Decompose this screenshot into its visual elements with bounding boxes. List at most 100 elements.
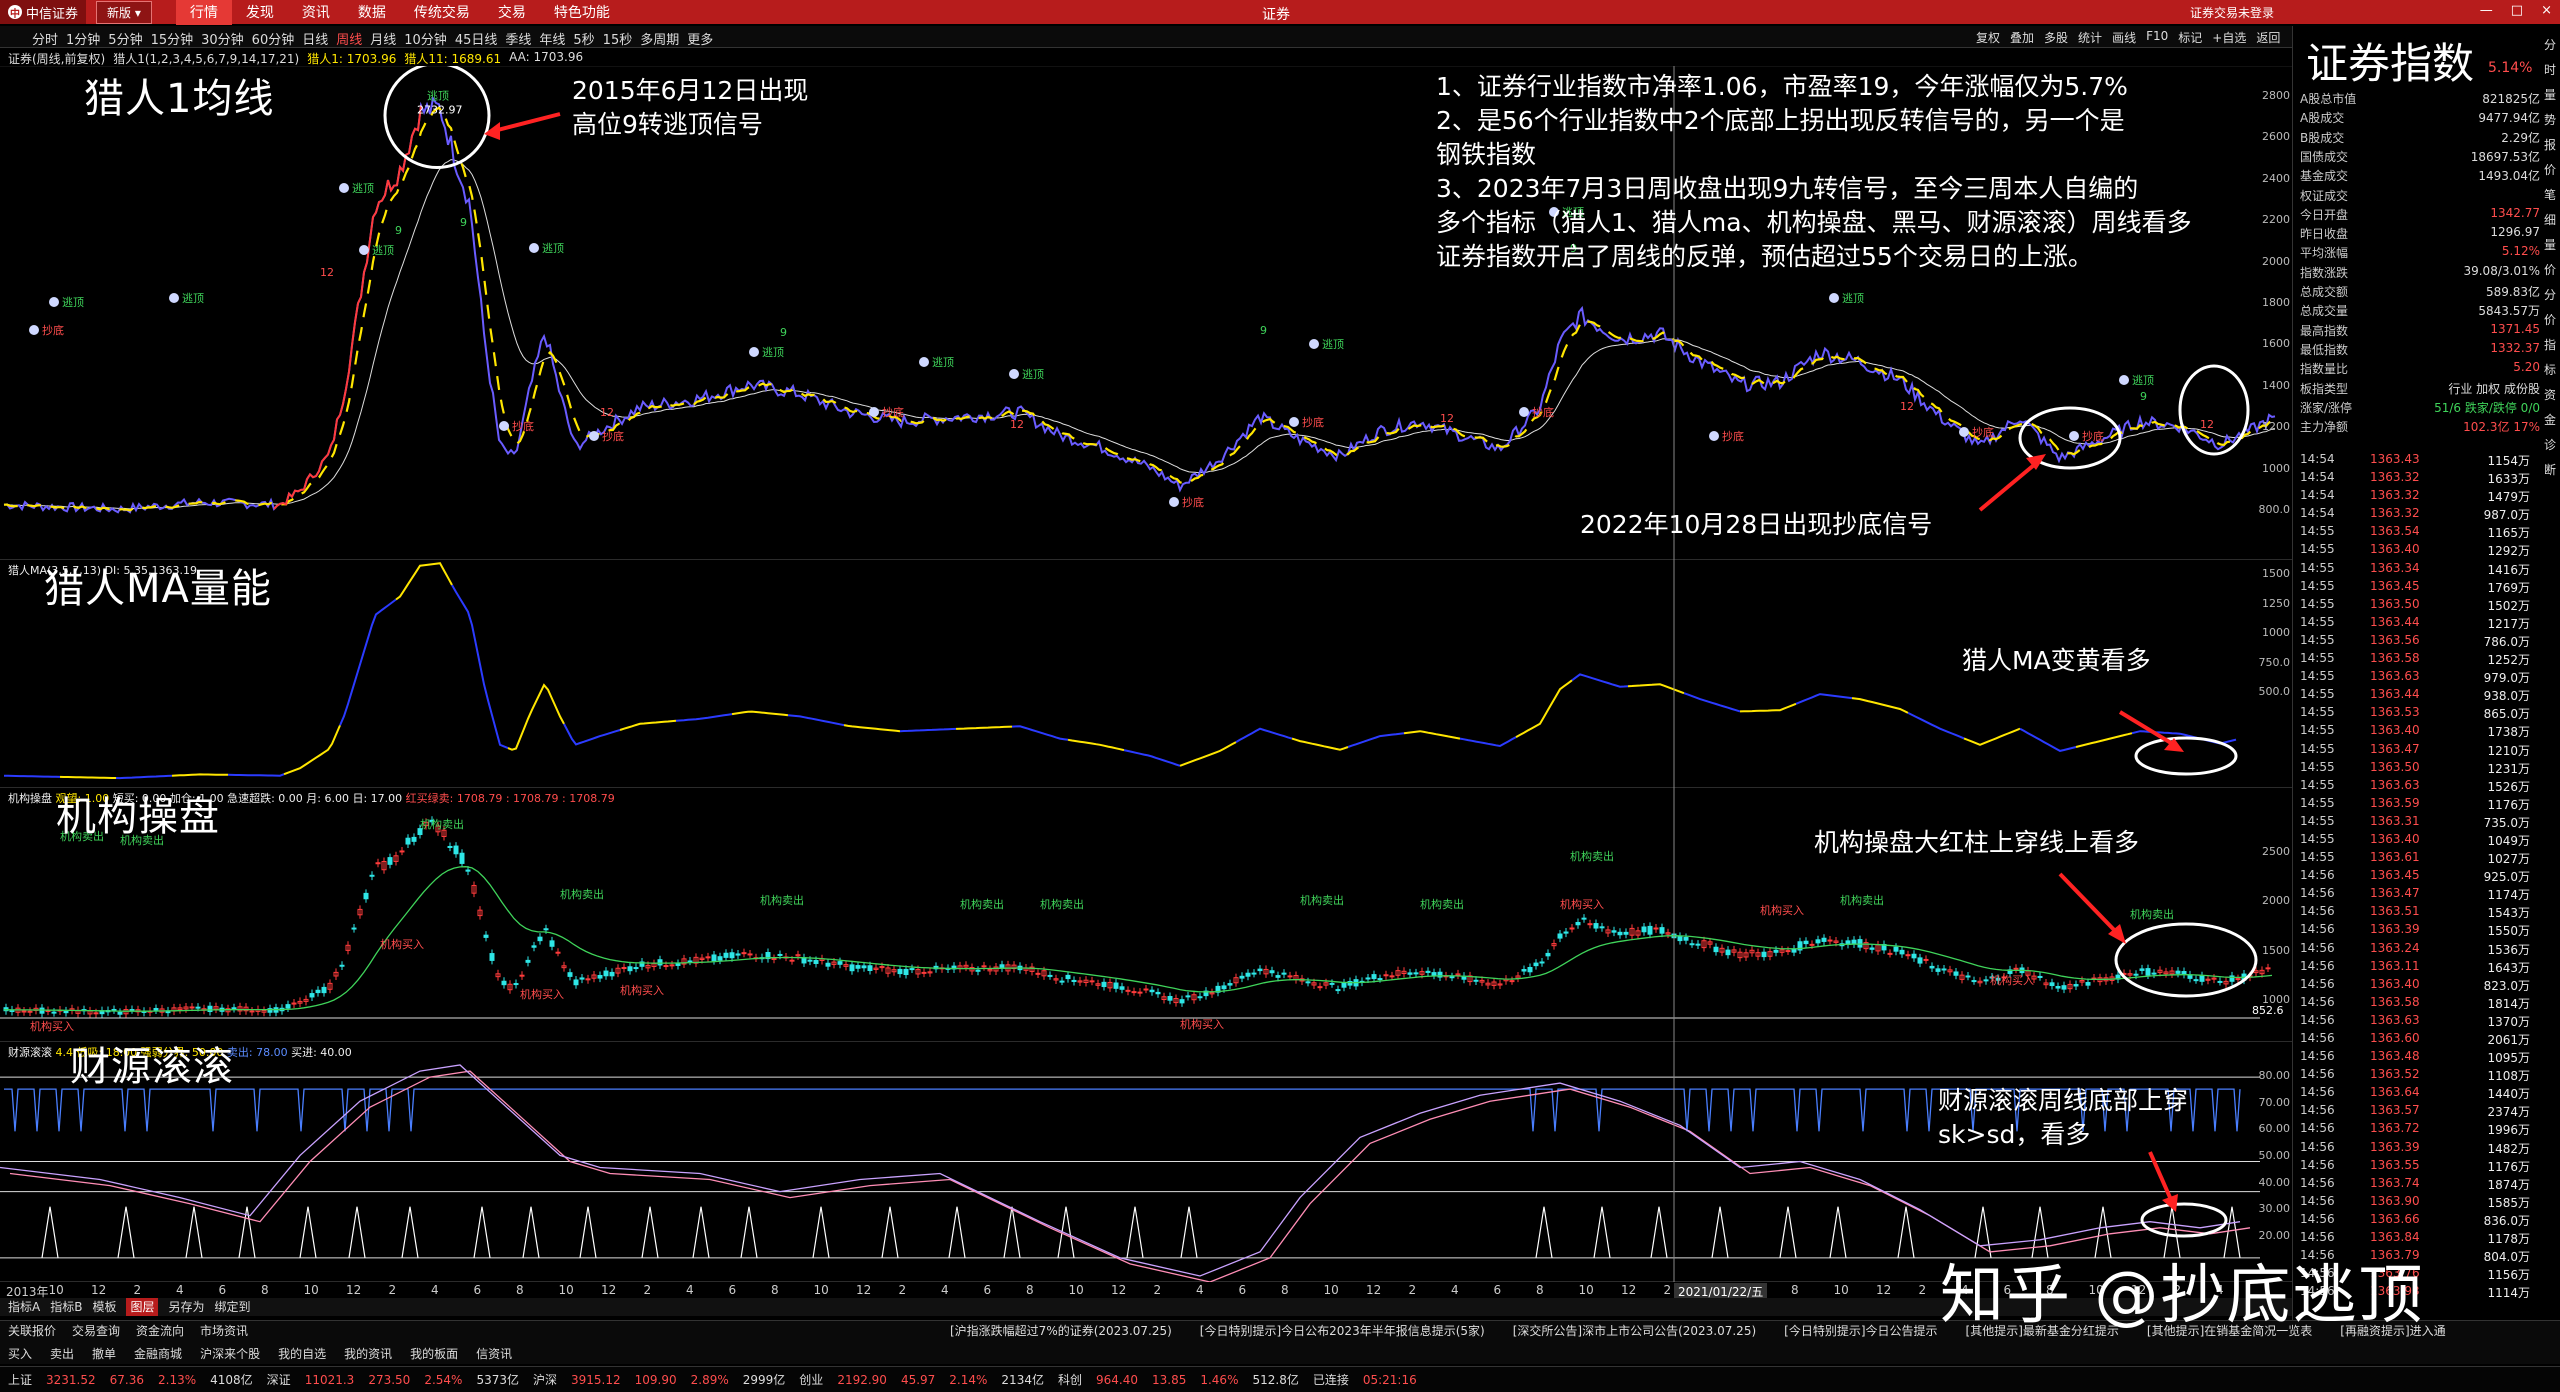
period-15[interactable]: 多周期 <box>640 29 679 48</box>
period-5[interactable]: 60分钟 <box>252 29 295 48</box>
trade-button-1[interactable]: 卖出 <box>50 1345 74 1362</box>
tool-7[interactable]: +自选 <box>2212 29 2246 46</box>
x-tick: 12 <box>1876 1283 1892 1297</box>
candle-body <box>375 862 381 865</box>
candle-body <box>1623 931 1629 935</box>
right-tab-8[interactable]: 量 <box>2544 236 2560 253</box>
maximize-icon[interactable]: □ <box>2511 3 2523 18</box>
trade-button-0[interactable]: 买入 <box>8 1345 32 1362</box>
right-tab-16[interactable]: 诊 <box>2544 436 2560 453</box>
menu-item-3[interactable]: 数据 <box>344 0 400 25</box>
menu-item-1[interactable]: 发现 <box>232 0 288 25</box>
minimize-icon[interactable]: — <box>2480 3 2493 18</box>
trade-button-6[interactable]: 我的资讯 <box>344 1345 392 1362</box>
right-tab-0[interactable]: 分 <box>2544 36 2560 53</box>
tool-4[interactable]: 画线 <box>2112 29 2136 46</box>
period-14[interactable]: 15秒 <box>603 29 633 48</box>
period-1[interactable]: 1分钟 <box>66 29 100 48</box>
news-item-1[interactable]: [今日特别提示]今日公布2023年半年报信息提示(5家) <box>1200 1322 1485 1339</box>
news-tab-0[interactable]: 关联报价 <box>8 1322 56 1339</box>
indicator-tab-0[interactable]: 指标A <box>8 1298 40 1316</box>
trade-button-3[interactable]: 金融商城 <box>134 1345 182 1362</box>
right-tab-3[interactable]: 势 <box>2544 111 2560 128</box>
menu-item-0[interactable]: 行情 <box>175 0 232 25</box>
right-tab-10[interactable]: 分 <box>2544 286 2560 303</box>
period-12[interactable]: 年线 <box>539 29 565 48</box>
period-7[interactable]: 周线 <box>336 29 362 48</box>
news-tab-2[interactable]: 资金流向 <box>136 1322 184 1339</box>
candle-body <box>459 852 465 864</box>
status-item: 2.13% <box>158 1372 197 1387</box>
indicator-tab-3[interactable]: 图层 <box>126 1298 159 1316</box>
news-tab-3[interactable]: 市场资讯 <box>200 1322 248 1339</box>
tool-8[interactable]: 返回 <box>2256 29 2280 46</box>
trade-button-4[interactable]: 沪深来个股 <box>200 1345 260 1362</box>
ma-segment <box>1683 692 1741 713</box>
summary-line-0: 1、证券行业指数市净率1.06，市盈率19，今年涨幅仅为5.7% <box>1436 72 2128 101</box>
indicator-tab-1[interactable]: 指标B <box>50 1298 82 1316</box>
right-tab-13[interactable]: 标 <box>2544 361 2560 378</box>
cy-spike <box>740 1206 758 1258</box>
login-status[interactable]: 证券交易未登录 <box>2190 4 2274 21</box>
indicator-tab-2[interactable]: 模板 <box>92 1298 116 1316</box>
indicator-name[interactable]: 猎人1(1,2,3,4,5,6,7,9,14,17,21) <box>113 50 299 66</box>
trade-button-8[interactable]: 信资讯 <box>476 1345 512 1362</box>
right-tab-14[interactable]: 资 <box>2544 386 2560 403</box>
indicator-tab-4[interactable]: 另存为 <box>168 1298 204 1316</box>
news-item-3[interactable]: [今日特别提示]今日公告提示 <box>1784 1322 1937 1339</box>
logo-text: 中信证券 <box>25 6 78 22</box>
right-tab-5[interactable]: 价 <box>2544 161 2560 178</box>
period-0[interactable]: 分时 <box>32 29 58 48</box>
tool-5[interactable]: F10 <box>2146 29 2168 46</box>
right-tab-17[interactable]: 断 <box>2544 461 2560 478</box>
stat-value: 5.20 <box>2513 360 2540 375</box>
ma-segment <box>507 683 565 751</box>
right-tab-9[interactable]: 价 <box>2544 261 2560 278</box>
tool-2[interactable]: 多股 <box>2044 29 2068 46</box>
period-2[interactable]: 5分钟 <box>108 29 142 48</box>
right-tab-1[interactable]: 时 <box>2544 61 2560 78</box>
indicator-tab-5[interactable]: 绑定到 <box>215 1298 251 1316</box>
tool-1[interactable]: 叠加 <box>2010 29 2034 46</box>
tick-time: 14:54 <box>2300 452 2335 466</box>
news-item-2[interactable]: [深交所公告]深市上市公司公告(2023.07.25) <box>1513 1322 1756 1339</box>
period-9[interactable]: 10分钟 <box>404 29 447 48</box>
tick-price: 1363.63 <box>2370 777 2420 792</box>
trade-button-7[interactable]: 我的板面 <box>410 1345 458 1362</box>
period-16[interactable]: 更多 <box>687 29 713 48</box>
tool-0[interactable]: 复权 <box>1976 29 2000 46</box>
right-tab-15[interactable]: 金 <box>2544 411 2560 428</box>
ma-chart-canvas[interactable] <box>0 560 2292 788</box>
tool-6[interactable]: 标记 <box>2178 29 2202 46</box>
period-3[interactable]: 15分钟 <box>151 29 194 48</box>
menu-item-4[interactable]: 传统交易 <box>400 0 484 25</box>
trade-button-2[interactable]: 撤单 <box>92 1345 116 1362</box>
period-11[interactable]: 季线 <box>505 29 531 48</box>
ma-volume-pane[interactable] <box>0 560 2292 788</box>
menu-item-6[interactable]: 特色功能 <box>540 0 624 25</box>
news-tab-1[interactable]: 交易查询 <box>72 1322 120 1339</box>
tool-3[interactable]: 统计 <box>2078 29 2102 46</box>
right-tab-6[interactable]: 笔 <box>2544 186 2560 203</box>
news-item-0[interactable]: [沪指涨跌幅超过7%的证券(2023.07.25) <box>950 1322 1172 1339</box>
right-tab-12[interactable]: 指 <box>2544 336 2560 353</box>
tick-volume: 1210万 <box>2487 743 2530 758</box>
period-4[interactable]: 30分钟 <box>201 29 244 48</box>
right-tab-4[interactable]: 报 <box>2544 136 2560 153</box>
ma-segment <box>1571 673 1629 688</box>
right-tab-2[interactable]: 量 <box>2544 86 2560 103</box>
period-13[interactable]: 5秒 <box>573 29 594 48</box>
chart-name[interactable]: 证券(周线,前复权) <box>8 50 105 66</box>
close-icon[interactable]: × <box>2541 3 2552 18</box>
tick-list[interactable]: 14:54 1363.43 1154万 14:54 1363.32 1633万 14:54 1… <box>2300 452 2540 1302</box>
menu-item-5[interactable]: 交易 <box>484 0 540 25</box>
period-8[interactable]: 月线 <box>370 29 396 48</box>
right-tab-11[interactable]: 价 <box>2544 311 2560 328</box>
version-dropdown[interactable]: 新版 ▾ <box>96 0 152 24</box>
period-6[interactable]: 日线 <box>302 29 328 48</box>
trade-button-5[interactable]: 我的自选 <box>278 1345 326 1362</box>
menu-item-2[interactable]: 资讯 <box>288 0 344 25</box>
right-tab-7[interactable]: 细 <box>2544 211 2560 228</box>
stat-value: 1371.45 <box>2490 321 2540 336</box>
period-10[interactable]: 45日线 <box>455 29 498 48</box>
